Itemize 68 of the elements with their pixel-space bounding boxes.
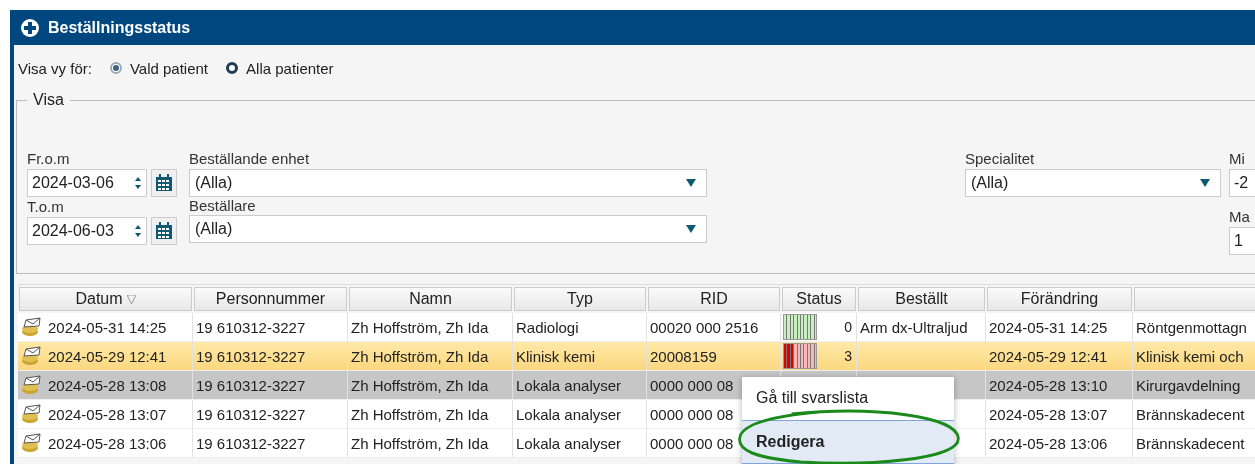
column-header[interactable]: RID [648,287,780,311]
dropdown-field[interactable]: (Alla) [189,169,707,197]
table-cell: Klinisk kemi [516,347,596,365]
column-header[interactable]: Personnummer [194,287,347,311]
table-cell: 2024-05-29 12:41 [989,347,1108,365]
column-header[interactable]: Datum [19,287,192,311]
date-field[interactable]: 2024-03-06 [27,169,147,197]
date-label: Fr.o.m [27,149,71,169]
table-cell: 2024-05-28 13:08 [48,376,167,394]
table-cell: 2024-05-28 13:06 [989,434,1108,452]
table-cell: 19 610312-3227 [196,318,306,336]
status-count: 0 [844,319,852,335]
table-row[interactable]: 2024-05-29 12:41 19 610312-3227 Zh Hoffström, Zh Ida Klinisk kemi 20008159 3 2024-05-29 12:41 Klinisk kemi och [18,342,1255,371]
table-cell: Zh Hoffström, Zh Ida [351,318,489,336]
table-cell: Arm dx-Ultraljud [860,318,968,336]
table-cell: 19 610312-3227 [196,434,306,452]
dropdown-label: Specialitet [965,149,1036,169]
dropdown-label: Beställande enhet [189,149,311,169]
dropdown-field[interactable]: (Alla) [965,169,1221,197]
dropdown-label: Beställare [189,197,257,215]
table-cell: Lokala analyser [516,434,622,452]
table-cell: Zh Hoffström, Zh Ida [351,347,489,365]
date-label: T.o.m [27,197,65,217]
table-cell: 2024-05-31 14:25 [989,318,1108,336]
window-title: Beställningsstatus [48,18,191,37]
column-header[interactable]: Namn [349,287,512,311]
menu-item[interactable]: Redigera [742,420,954,464]
table-cell: 0000 000 08 [650,434,734,452]
table-cell: Zh Hoffström, Zh Ida [351,376,489,394]
table-cell: 19 610312-3227 [196,347,306,365]
column-header[interactable]: Beställt [858,287,985,311]
column-header[interactable]: Förändring [987,287,1132,311]
table-cell: 2024-05-28 13:07 [989,405,1108,423]
date-field[interactable]: 2024-06-03 [27,217,147,245]
min-field[interactable]: -2 [1229,169,1255,197]
max-field[interactable]: 1 [1229,227,1255,255]
table-cell: Kirurgavdelning [1136,376,1241,394]
table-cell: 20008159 [650,347,717,365]
table-row[interactable]: 2024-05-31 14:25 19 610312-3227 Zh Hoffström, Zh Ida Radiologi 00020 000 2516 0 Arm dx-Ultraljud 2024-05-31 14:25 Röntgenmottagn [18,313,1255,342]
view-for-label: Visa vy för: [18,59,92,77]
table-cell: 2024-05-28 13:10 [989,376,1108,394]
table-cell: Lokala analyser [516,405,622,423]
table-cell: 2024-05-29 12:41 [48,347,167,365]
table-cell: Brännskadecent [1136,434,1245,452]
dropdown-field[interactable]: (Alla) [189,215,707,243]
table-cell: 0000 000 08 [650,376,734,394]
column-header[interactable]: Status [782,287,856,311]
table-cell: 19 610312-3227 [196,376,306,394]
table-cell: Röntgenmottagn [1136,318,1247,336]
radio-option[interactable]: Alla patienter [226,59,334,77]
table-cell: Brännskadecent [1136,405,1245,423]
table-cell: Zh Hoffström, Zh Ida [351,434,489,452]
table-cell: Radiologi [516,318,579,336]
table-cell: 2024-05-31 14:25 [48,318,167,336]
table-cell: 2024-05-28 13:06 [48,434,167,452]
table-cell: 0000 000 08 [650,405,734,423]
table-cell: 00020 000 2516 [650,318,759,336]
group-legend: Visa [27,91,70,109]
table-cell: Klinisk kemi och [1136,347,1244,365]
status-count: 3 [844,348,852,364]
table-cell: 19 610312-3227 [196,405,306,423]
column-header[interactable]: Typ [514,287,646,311]
min-label: Mi [1229,150,1245,167]
table-cell: Zh Hoffström, Zh Ida [351,405,489,423]
table-cell: Lokala analyser [516,376,622,394]
radio-option[interactable]: Vald patient [109,59,209,77]
table-cell: 2024-05-28 13:07 [48,405,167,423]
max-label: Ma [1229,208,1250,225]
